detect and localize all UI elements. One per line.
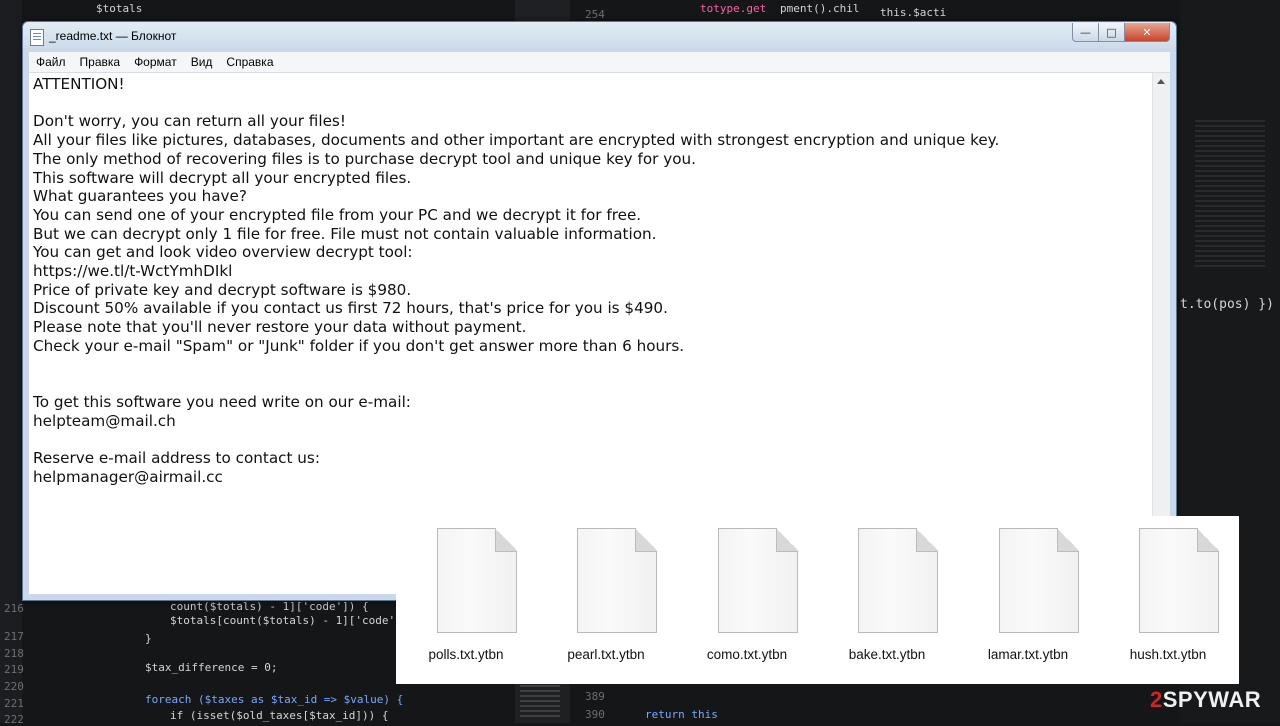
watermark-accent: 2 [1150, 687, 1163, 712]
document-fold [1197, 528, 1218, 552]
document-fold [1057, 528, 1078, 552]
file-name: hush.txt.ytbn [1129, 647, 1207, 662]
document-fold [495, 528, 516, 552]
maximize-button[interactable]: □ [1098, 23, 1125, 42]
title-bar[interactable]: _readme.txt — Блокнот — □ ✕ [23, 22, 1176, 52]
line-number: 217 [4, 630, 24, 643]
maximize-icon: □ [1106, 25, 1117, 39]
encrypted-files-panel: polls.txt.ytbn pearl.txt.ytbn como.txt.y… [396, 516, 1239, 684]
line-number: 216 [4, 602, 24, 615]
menu-bar: Файл Правка Формат Вид Справка [29, 52, 1170, 73]
code-line: return this [645, 708, 718, 721]
code-fragment: $totals [96, 2, 143, 15]
file-item[interactable]: hush.txt.ytbn [1108, 528, 1228, 678]
line-number: 221 [4, 697, 24, 710]
code-fragment: totype.get [700, 2, 767, 15]
code-line: foreach ($taxes as $tax_id => $value) { [145, 693, 404, 706]
line-number: 220 [4, 680, 24, 693]
code-line: if (isset($old_taxes[$tax_id])) { [170, 709, 389, 722]
file-item[interactable]: lamar.txt.ytbn [968, 528, 1088, 678]
file-item[interactable]: como.txt.ytbn [687, 528, 807, 678]
ransom-note-text[interactable]: ATTENTION! Don't worry, you can return a… [33, 75, 1150, 486]
close-button[interactable]: ✕ [1124, 23, 1170, 42]
menu-view[interactable]: Вид [184, 55, 220, 69]
line-number: 254 [585, 8, 605, 21]
code-line: $totals[count($totals) - 1]['code'] = [170, 614, 416, 627]
line-number: 389 [585, 690, 605, 703]
document-fold [916, 528, 937, 552]
menu-help[interactable]: Справка [219, 55, 280, 69]
line-number: 222 [4, 713, 24, 726]
code-line: count($totals) - 1]['code']) { [170, 600, 369, 613]
line-number: 218 [4, 647, 24, 660]
file-item[interactable]: polls.txt.ytbn [406, 528, 526, 678]
watermark-logo: 2SPYWAR [1150, 687, 1261, 713]
minimize-icon: — [1080, 25, 1091, 39]
watermark-text: SPYWAR [1162, 687, 1262, 712]
minimize-button[interactable]: — [1072, 23, 1099, 42]
file-name: polls.txt.ytbn [428, 647, 504, 662]
document-fold [635, 528, 656, 552]
code-fragment: pment().chil [780, 2, 860, 15]
window-title: _readme.txt — Блокнот [49, 29, 177, 43]
line-number: 390 [585, 708, 605, 721]
minimap-right [1195, 120, 1265, 270]
menu-format[interactable]: Формат [127, 55, 184, 69]
menu-edit[interactable]: Правка [73, 55, 128, 69]
file-name: bake.txt.ytbn [848, 647, 926, 662]
code-fragment: t.to(pos) }) [1180, 297, 1274, 312]
close-icon: ✕ [1142, 25, 1152, 39]
scroll-up-icon[interactable] [1157, 79, 1165, 84]
code-fragment: this.$acti [880, 6, 947, 19]
code-line: } [145, 632, 152, 645]
notepad-icon [30, 29, 44, 46]
file-name: pearl.txt.ytbn [567, 647, 645, 662]
notepad-window: _readme.txt — Блокнот — □ ✕ Файл Правка … [22, 21, 1177, 601]
file-item[interactable]: pearl.txt.ytbn [546, 528, 666, 678]
file-name: como.txt.ytbn [706, 647, 788, 662]
document-fold [776, 528, 797, 552]
file-item[interactable]: bake.txt.ytbn [827, 528, 947, 678]
line-number: 219 [4, 663, 24, 676]
menu-file[interactable]: Файл [29, 55, 73, 69]
code-line: $tax_difference = 0; [145, 661, 278, 674]
file-name: lamar.txt.ytbn [987, 647, 1069, 662]
